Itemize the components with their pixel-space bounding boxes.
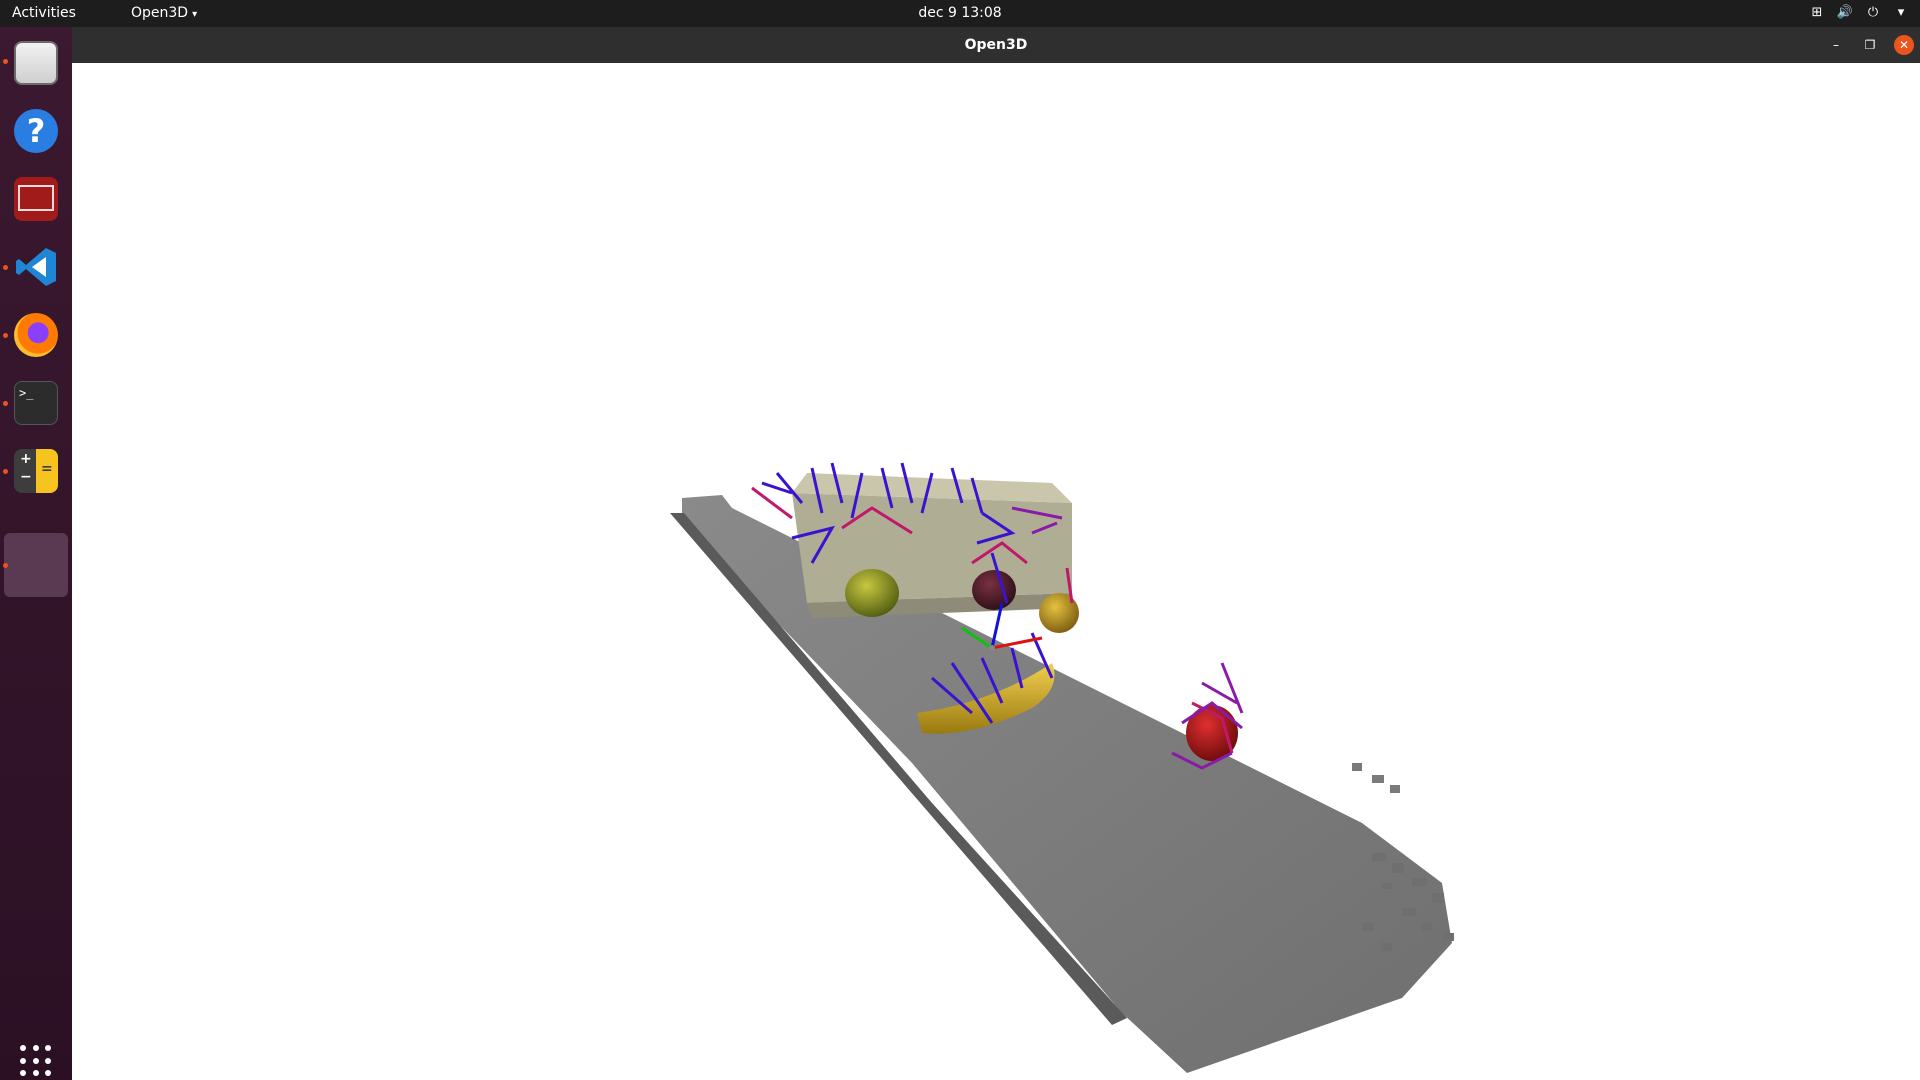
calc-plus-glyph: + [20,451,32,467]
app-window-icon [14,177,58,221]
dock-item-open3d[interactable] [4,533,68,597]
dock-item-help[interactable]: ? [10,105,62,157]
calculator-icon: + − = [14,449,58,493]
grid-dot [45,1057,52,1064]
top-bar: Activities Open3D ▾ dec 9 13:08 ⊞ 🔊 ⏻ ▾ [0,0,1920,27]
maximize-button[interactable]: ❐ [1860,35,1880,55]
grid-dot [45,1070,52,1077]
dock-item-app[interactable] [10,173,62,225]
open3d-window: Open3D – ❐ ✕ [72,27,1920,1080]
volume-icon[interactable]: 🔊 [1836,3,1854,23]
grid-dot [32,1045,39,1051]
grid-dot [20,1045,26,1051]
app-menu-label: Open3D [131,5,189,21]
activities-button[interactable]: Activities [12,5,76,21]
dock: ? >_ + − = [0,27,72,1080]
folder-icon [14,41,58,85]
running-indicator [3,563,8,568]
chevron-down-icon[interactable]: ▾ [1892,3,1910,23]
network-icon[interactable]: ⊞ [1808,3,1826,23]
grid-dot [20,1057,26,1064]
dock-item-vscode[interactable] [10,241,62,293]
system-tray[interactable]: ⊞ 🔊 ⏻ ▾ [1808,3,1910,23]
show-applications-button[interactable] [20,1045,52,1077]
chevron-down-icon: ▾ [192,9,198,20]
running-indicator [3,59,8,64]
calc-minus-glyph: − [20,469,32,485]
window-title: Open3D [72,37,1920,53]
dock-item-files[interactable] [10,37,62,89]
terminal-icon: >_ [14,381,58,425]
running-indicator [3,469,8,474]
firefox-icon [14,313,58,357]
plum [972,570,1016,610]
lemon [1039,593,1079,633]
green-apple [845,569,899,617]
minimize-button[interactable]: – [1826,35,1846,55]
clock-label[interactable]: dec 9 13:08 [918,5,1001,21]
dock-item-firefox[interactable] [10,309,62,361]
running-indicator [3,333,8,338]
grid-dot [32,1057,39,1064]
grid-dot [45,1045,52,1051]
grid-dot [32,1070,39,1077]
app-menu[interactable]: Open3D ▾ [131,5,197,21]
3d-viewport[interactable] [72,63,1920,1080]
title-bar[interactable]: Open3D – ❐ ✕ [72,27,1920,63]
running-indicator [3,265,8,270]
power-icon[interactable]: ⏻ [1864,3,1882,23]
running-indicator [3,401,8,406]
window-title-label: Open3D [964,37,1028,53]
point-cloud-scene [670,462,1454,1073]
box-object [792,473,1072,618]
vscode-icon [14,245,58,289]
dock-item-terminal[interactable]: >_ [10,377,62,429]
clock: dec 9 13:08 [0,5,1920,21]
calc-equals-glyph: = [41,461,53,477]
help-icon: ? [14,109,58,153]
grid-dot [20,1070,26,1077]
dock-item-calculator[interactable]: + − = [10,445,62,497]
close-button[interactable]: ✕ [1894,35,1914,55]
